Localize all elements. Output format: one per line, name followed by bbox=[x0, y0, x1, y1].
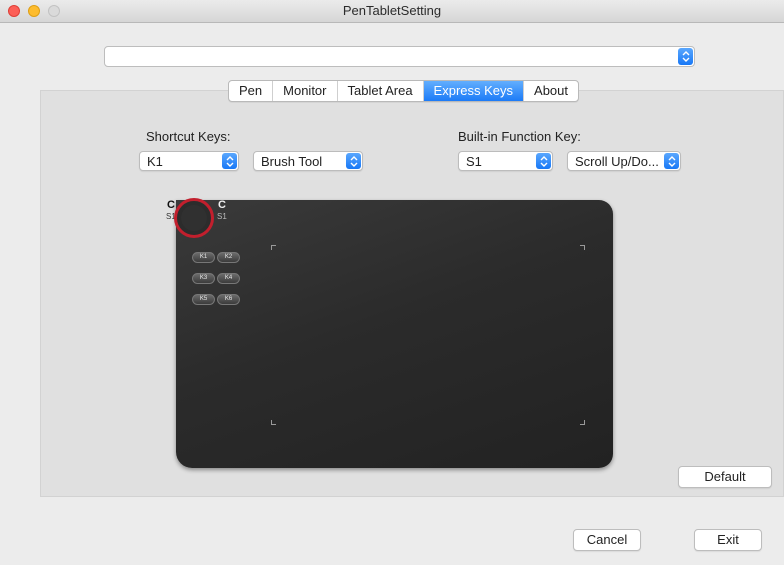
default-button[interactable]: Default bbox=[678, 466, 772, 488]
shortcut-function-value: Brush Tool bbox=[261, 154, 323, 169]
express-key-row: K3 K4 bbox=[192, 273, 240, 284]
stepper-icon bbox=[222, 153, 237, 169]
tab-express-keys[interactable]: Express Keys bbox=[423, 81, 525, 101]
active-area-corner bbox=[580, 420, 585, 425]
builtin-key-value: S1 bbox=[466, 154, 482, 169]
stepper-icon bbox=[536, 153, 551, 169]
cancel-button[interactable]: Cancel bbox=[573, 529, 641, 551]
stepper-icon bbox=[664, 153, 679, 169]
shortcut-keys-label: Shortcut Keys: bbox=[146, 129, 231, 144]
device-select-stepper-icon bbox=[678, 48, 693, 65]
dial-center bbox=[181, 205, 207, 231]
shortcut-function-select[interactable]: Brush Tool bbox=[253, 151, 363, 171]
dial-right-label: S1 bbox=[217, 212, 227, 221]
tab-monitor[interactable]: Monitor bbox=[273, 81, 338, 101]
active-area-corner bbox=[271, 420, 276, 425]
stepper-icon bbox=[346, 153, 361, 169]
dial-left-rotate-icon: C bbox=[167, 199, 175, 211]
express-key-k5[interactable]: K5 bbox=[192, 294, 215, 305]
device-select[interactable] bbox=[104, 46, 695, 67]
active-area-corner bbox=[271, 245, 276, 250]
express-key-k3[interactable]: K3 bbox=[192, 273, 215, 284]
express-key-k4[interactable]: K4 bbox=[217, 273, 240, 284]
tab-tablet-area[interactable]: Tablet Area bbox=[338, 81, 424, 101]
express-key-row: K1 K2 bbox=[192, 252, 240, 263]
dial-right-rotate-icon: C bbox=[218, 199, 226, 211]
active-area-corner bbox=[580, 245, 585, 250]
express-key-row: K5 K6 bbox=[192, 294, 240, 305]
builtin-function-key-label: Built-in Function Key: bbox=[458, 129, 581, 144]
express-key-k1[interactable]: K1 bbox=[192, 252, 215, 263]
shortcut-key-value: K1 bbox=[147, 154, 163, 169]
dial-wheel-button[interactable] bbox=[174, 198, 214, 238]
express-key-k2[interactable]: K2 bbox=[217, 252, 240, 263]
tab-pen[interactable]: Pen bbox=[229, 81, 274, 101]
builtin-function-value: Scroll Up/Do... bbox=[575, 154, 659, 169]
title-bar: PenTabletSetting bbox=[0, 0, 784, 23]
builtin-function-select[interactable]: Scroll Up/Do... bbox=[567, 151, 681, 171]
shortcut-key-select[interactable]: K1 bbox=[139, 151, 239, 171]
builtin-key-select[interactable]: S1 bbox=[458, 151, 553, 171]
exit-button[interactable]: Exit bbox=[694, 529, 762, 551]
tablet-image bbox=[176, 200, 613, 468]
window-title: PenTabletSetting bbox=[342, 3, 442, 18]
tab-about[interactable]: About bbox=[524, 81, 578, 101]
express-key-k6[interactable]: K6 bbox=[217, 294, 240, 305]
tab-bar: Pen Monitor Tablet Area Express Keys Abo… bbox=[228, 80, 580, 102]
